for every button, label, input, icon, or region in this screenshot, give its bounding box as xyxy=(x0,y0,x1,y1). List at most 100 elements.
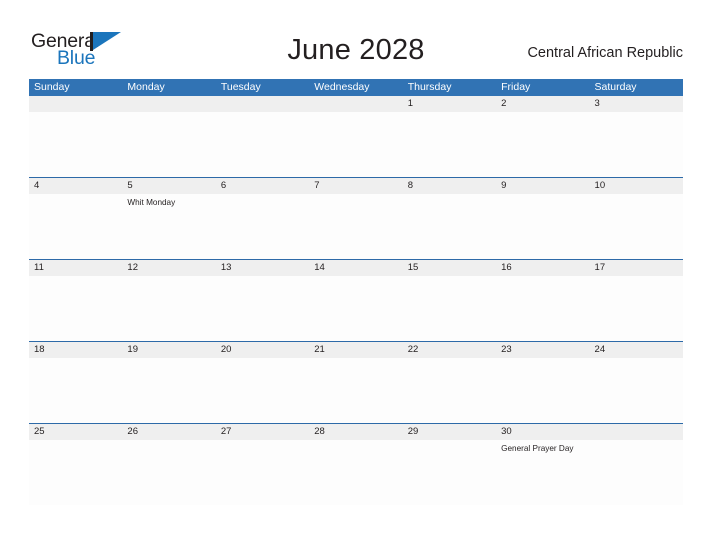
day-cell xyxy=(309,112,402,177)
week-date-strip: 4 5 6 7 8 9 10 xyxy=(29,178,683,194)
day-cell xyxy=(29,112,122,177)
day-cell[interactable] xyxy=(590,358,683,423)
day-cell[interactable] xyxy=(590,112,683,177)
week-event-strip: General Prayer Day xyxy=(29,440,683,505)
day-number[interactable]: 9 xyxy=(496,178,589,194)
day-number[interactable]: 12 xyxy=(122,260,215,276)
calendar-week-row: 123 xyxy=(29,96,683,177)
day-number[interactable]: 27 xyxy=(216,424,309,440)
day-number xyxy=(29,96,122,112)
calendar-grid: Sunday Monday Tuesday Wednesday Thursday… xyxy=(29,79,683,505)
day-cell[interactable] xyxy=(29,194,122,259)
day-cell[interactable] xyxy=(309,194,402,259)
day-number[interactable]: 13 xyxy=(216,260,309,276)
day-number[interactable]: 7 xyxy=(309,178,402,194)
day-cell[interactable] xyxy=(29,440,122,505)
day-number[interactable]: 11 xyxy=(29,260,122,276)
day-cell[interactable] xyxy=(309,276,402,341)
day-number[interactable]: 10 xyxy=(590,178,683,194)
day-cell[interactable] xyxy=(122,276,215,341)
day-number[interactable]: 25 xyxy=(29,424,122,440)
holiday-label: General Prayer Day xyxy=(501,444,574,453)
day-cell[interactable] xyxy=(590,194,683,259)
calendar-week-row: 11 12 13 14 15 16 17 xyxy=(29,259,683,341)
day-cell[interactable] xyxy=(496,276,589,341)
day-cell[interactable] xyxy=(122,440,215,505)
day-number[interactable]: 16 xyxy=(496,260,589,276)
day-cell[interactable] xyxy=(496,112,589,177)
week-event-strip: Whit Monday xyxy=(29,194,683,259)
day-cell[interactable] xyxy=(403,194,496,259)
day-number[interactable]: 28 xyxy=(309,424,402,440)
day-number[interactable]: 29 xyxy=(403,424,496,440)
day-number xyxy=(309,96,402,112)
calendar-week-row: 4 5 6 7 8 9 10 Whit Monday xyxy=(29,177,683,259)
weekday-header-friday: Friday xyxy=(501,81,531,93)
day-number[interactable]: 3 xyxy=(590,96,683,112)
calendar-week-row: 18 19 20 21 22 23 24 xyxy=(29,341,683,423)
day-number[interactable]: 4 xyxy=(29,178,122,194)
day-cell[interactable] xyxy=(216,358,309,423)
day-number[interactable]: 1 xyxy=(403,96,496,112)
weekday-header-thursday: Thursday xyxy=(407,81,452,93)
day-number[interactable]: 30 xyxy=(496,424,589,440)
day-cell xyxy=(122,112,215,177)
day-cell[interactable] xyxy=(496,358,589,423)
day-number xyxy=(122,96,215,112)
calendar-page: General Blue June 2028 Central African R… xyxy=(0,0,712,550)
week-date-strip: 123 xyxy=(29,96,683,112)
week-event-strip xyxy=(29,276,683,341)
holiday-label: Whit Monday xyxy=(127,198,176,207)
day-cell[interactable] xyxy=(403,112,496,177)
day-number[interactable]: 20 xyxy=(216,342,309,358)
page-header: General Blue June 2028 Central African R… xyxy=(0,0,712,78)
weekday-header-wednesday: Wednesday xyxy=(314,81,370,93)
day-number[interactable]: 8 xyxy=(403,178,496,194)
day-cell[interactable] xyxy=(403,276,496,341)
day-number[interactable]: 23 xyxy=(496,342,589,358)
week-event-strip xyxy=(29,358,683,423)
day-number xyxy=(590,424,683,440)
day-cell[interactable] xyxy=(309,440,402,505)
day-cell[interactable] xyxy=(403,358,496,423)
day-number[interactable]: 24 xyxy=(590,342,683,358)
week-date-strip: 18 19 20 21 22 23 24 xyxy=(29,342,683,358)
day-number[interactable]: 17 xyxy=(590,260,683,276)
day-cell[interactable] xyxy=(29,276,122,341)
day-cell xyxy=(590,440,683,505)
day-number xyxy=(216,96,309,112)
day-cell[interactable] xyxy=(216,194,309,259)
day-cell[interactable] xyxy=(496,194,589,259)
day-number[interactable]: 15 xyxy=(403,260,496,276)
calendar-week-row: 25 26 27 28 29 30 General Prayer Day xyxy=(29,423,683,505)
weekday-header-monday: Monday xyxy=(127,81,165,93)
day-number[interactable]: 26 xyxy=(122,424,215,440)
weekday-header-saturday: Saturday xyxy=(594,81,637,93)
day-number[interactable]: 14 xyxy=(309,260,402,276)
day-number[interactable]: 19 xyxy=(122,342,215,358)
weekday-header-sunday: Sunday xyxy=(34,81,70,93)
day-number[interactable]: 18 xyxy=(29,342,122,358)
calendar-weeks: 1 2 3 4 5 6 7 8 9 10 Whit Monday 11 12 13 14 15 16 17 18 19… xyxy=(29,96,683,505)
day-cell[interactable] xyxy=(216,440,309,505)
day-cell[interactable] xyxy=(309,358,402,423)
day-number[interactable]: 22 xyxy=(403,342,496,358)
day-cell xyxy=(216,112,309,177)
weekday-header-row: Sunday Monday Tuesday Wednesday Thursday… xyxy=(29,79,683,96)
day-cell[interactable] xyxy=(122,358,215,423)
day-number[interactable]: 6 xyxy=(216,178,309,194)
country-label: Central African Republic xyxy=(527,45,683,61)
day-cell[interactable] xyxy=(590,276,683,341)
day-cell[interactable]: General Prayer Day xyxy=(496,440,589,505)
day-number[interactable]: 5 xyxy=(122,178,215,194)
day-cell[interactable] xyxy=(403,440,496,505)
day-number[interactable]: 21 xyxy=(309,342,402,358)
day-cell[interactable] xyxy=(216,276,309,341)
week-date-strip: 25 26 27 28 29 30 xyxy=(29,424,683,440)
week-event-strip xyxy=(29,112,683,177)
week-date-strip: 11 12 13 14 15 16 17 xyxy=(29,260,683,276)
day-number[interactable]: 2 xyxy=(496,96,589,112)
weekday-header-tuesday: Tuesday xyxy=(220,81,261,93)
day-cell[interactable] xyxy=(29,358,122,423)
day-cell[interactable]: Whit Monday xyxy=(122,194,215,259)
